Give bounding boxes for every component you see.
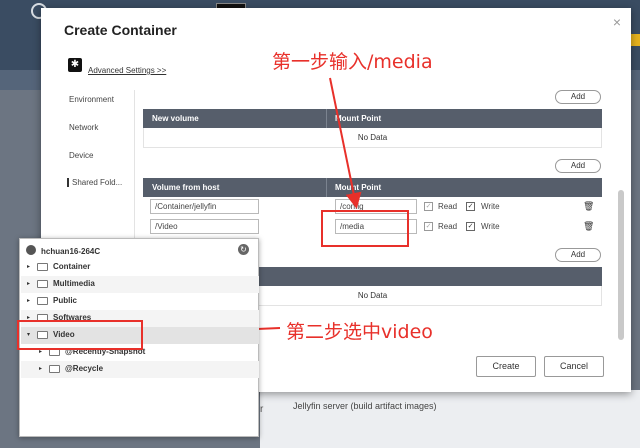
tree-item-multimedia[interactable]: ▸ Multimedia xyxy=(21,276,259,293)
folder-icon xyxy=(37,297,48,305)
folder-icon xyxy=(37,280,48,288)
tree-root-label[interactable]: hchuan16-264C xyxy=(41,247,100,256)
folder-icon xyxy=(49,365,60,373)
annotation-arrow-step1 xyxy=(329,77,362,209)
expand-arrow-icon[interactable]: ▸ xyxy=(27,280,30,287)
expand-arrow-icon[interactable]: ▸ xyxy=(27,297,30,304)
tree-item-label: Multimedia xyxy=(53,279,95,288)
annotation-step2: 第二步选中video xyxy=(286,321,433,343)
tree-item-recycle[interactable]: ▸ @Recycle xyxy=(21,361,259,378)
expand-arrow-icon[interactable]: ▸ xyxy=(27,263,30,270)
nas-icon xyxy=(26,245,36,255)
tree-item-label: Public xyxy=(53,296,78,305)
annotation-box-video xyxy=(17,320,143,350)
refresh-icon[interactable]: ↻ xyxy=(238,244,249,255)
folder-icon xyxy=(37,263,48,271)
tree-item-label: @Recycle xyxy=(65,364,104,373)
expand-arrow-icon[interactable]: ▸ xyxy=(39,365,42,372)
tree-item-public[interactable]: ▸ Public xyxy=(21,293,259,310)
tree-item-container[interactable]: ▸ Container xyxy=(21,259,259,276)
tree-item-label: Container xyxy=(53,262,91,271)
